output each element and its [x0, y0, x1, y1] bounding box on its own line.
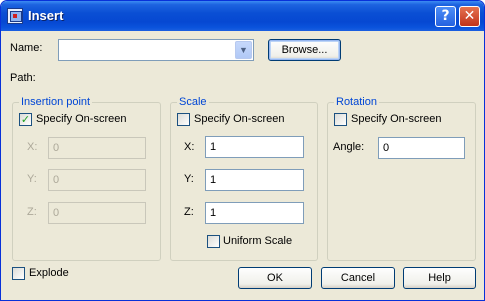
rotation-title: Rotation — [334, 96, 379, 108]
rotation-specify-checkbox[interactable] — [334, 113, 347, 126]
insertion-point-title: Insertion point — [19, 96, 93, 108]
insertion-specify-checkbox[interactable]: ✓ — [19, 113, 32, 126]
insertion-specify-label: Specify On-screen — [36, 113, 127, 125]
help-icon[interactable]: ? — [435, 6, 456, 27]
angle-label: Angle: — [333, 141, 365, 153]
help-button[interactable]: Help — [403, 267, 476, 289]
insert-block-app-icon — [7, 8, 23, 24]
browse-button[interactable]: Browse... — [268, 39, 341, 61]
rotation-group: Rotation — [327, 96, 476, 261]
scale-specify-label: Specify On-screen — [194, 113, 285, 125]
insertion-y-label: Y: — [27, 173, 37, 185]
path-label: Path: — [10, 72, 36, 84]
cancel-button[interactable]: Cancel — [321, 267, 395, 289]
angle-field[interactable]: 0 — [378, 137, 465, 159]
close-icon[interactable]: ✕ — [459, 6, 480, 27]
scale-z-label: Z: — [184, 206, 194, 218]
scale-specify-checkbox[interactable] — [177, 113, 190, 126]
insertion-y-field[interactable]: 0 — [48, 169, 146, 191]
ok-button[interactable]: OK — [238, 267, 312, 289]
name-combobox[interactable]: ▼ — [58, 39, 254, 61]
scale-x-field[interactable]: 1 — [205, 136, 304, 158]
uniform-scale-label: Uniform Scale — [223, 235, 293, 247]
insertion-x-field[interactable]: 0 — [48, 137, 146, 159]
scale-z-field[interactable]: 1 — [205, 202, 304, 224]
scale-y-field[interactable]: 1 — [205, 169, 304, 191]
explode-label: Explode — [29, 267, 69, 279]
rotation-specify-label: Specify On-screen — [351, 113, 442, 125]
title-bar[interactable]: Insert ? ✕ — [1, 1, 484, 31]
explode-checkbox[interactable] — [12, 267, 25, 280]
insertion-z-field[interactable]: 0 — [48, 202, 146, 224]
scale-x-label: X: — [184, 141, 195, 153]
insert-dialog: Insert ? ✕ Name: ▼ Browse... Path: Inser… — [0, 0, 485, 301]
name-label: Name: — [10, 42, 43, 54]
chevron-down-icon[interactable]: ▼ — [235, 41, 252, 59]
insertion-z-label: Z: — [27, 206, 37, 218]
scale-y-label: Y: — [184, 173, 194, 185]
uniform-scale-checkbox[interactable] — [207, 235, 220, 248]
scale-title: Scale — [177, 96, 209, 108]
insertion-x-label: X: — [27, 141, 38, 153]
dialog-title: Insert — [28, 8, 64, 23]
